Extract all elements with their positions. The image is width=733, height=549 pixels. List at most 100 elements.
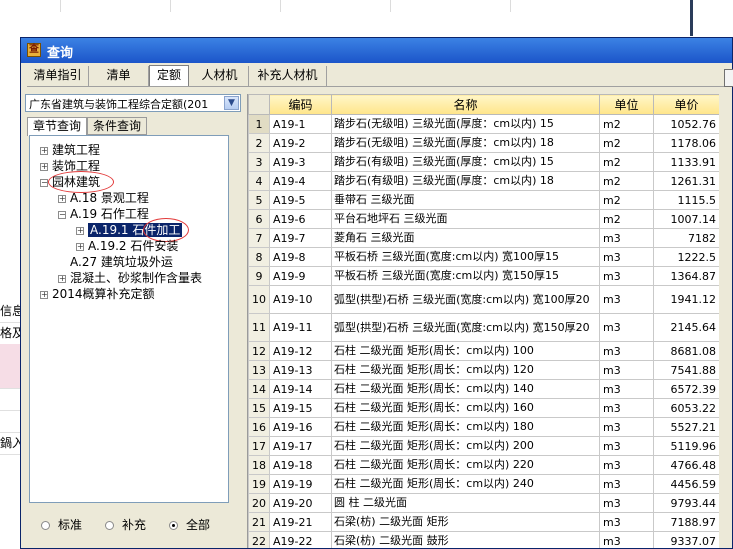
cell-unit: m3 [599, 436, 654, 456]
dialog-title: 查询 [47, 46, 74, 61]
cell-code: A19-15 [269, 398, 332, 418]
cell-name: 踏步石(有级咀) 三级光面(厚度：cm以内) 15 [331, 152, 600, 172]
table-row[interactable]: 11 A19-11 弧型(拱型)石桥 三级光面(宽度:cm以内) 宽150厚20 m3… [248, 313, 719, 342]
background-cell [280, 0, 391, 12]
cell-unit: m3 [599, 360, 654, 380]
tab-labor-materials[interactable]: 人材机 [191, 66, 249, 86]
column-header-price[interactable]: 单价 [653, 94, 719, 115]
cell-unit: m3 [599, 266, 654, 286]
table-row[interactable]: 12 A19-12 石柱 二级光面 矩形(周长：cm以内) 100 m3 8681.08 [248, 341, 719, 361]
cell-code: A19-5 [269, 190, 332, 210]
tree-node[interactable]: − A.19 石作工程 [58, 206, 149, 222]
filter-standard-radio[interactable]: 标准 [41, 516, 82, 533]
row-number: 15 [248, 398, 270, 418]
tab-bill-guide[interactable]: 清单指引 [27, 66, 89, 86]
cell-price: 5527.21 [653, 417, 719, 437]
tree-node[interactable]: + A.19.2 石件安装 [76, 238, 178, 254]
table-row[interactable]: 5 A19-5 垂带石 三级光面 m2 1115.5 [248, 190, 719, 210]
cell-unit: m2 [599, 133, 654, 153]
tab-divider [27, 86, 727, 87]
window-side-button[interactable] [724, 69, 733, 87]
cell-price: 7541.88 [653, 360, 719, 380]
tree-node[interactable]: + 混凝土、砂浆制作含量表 [58, 270, 202, 286]
table-row[interactable]: 19 A19-19 石柱 二级光面 矩形(周长：cm以内) 240 m3 4456.59 [248, 474, 719, 494]
tab-condition-search[interactable]: 条件查询 [87, 117, 147, 135]
column-header-name[interactable]: 名称 [331, 94, 600, 115]
cell-name: 垂带石 三级光面 [331, 190, 600, 210]
table-row[interactable]: 8 A19-8 平板石桥 三级光面(宽度:cm以内) 宽100厚15 m3 1222.5 [248, 247, 719, 267]
cell-name: 石柱 二级光面 矩形(周长：cm以内) 200 [331, 436, 600, 456]
cell-price: 2145.64 [653, 313, 719, 342]
expand-icon[interactable]: + [40, 291, 48, 299]
table-row[interactable]: 6 A19-6 平台石地坪石 三级光面 m2 1007.14 [248, 209, 719, 229]
row-number: 20 [248, 493, 270, 513]
filter-label: 补充 [122, 518, 147, 532]
expand-icon[interactable]: + [40, 163, 48, 171]
cell-unit: m3 [599, 398, 654, 418]
table-row[interactable]: 13 A19-13 石柱 二级光面 矩形(周长：cm以内) 120 m3 7541.88 [248, 360, 719, 380]
chapter-tree[interactable]: + 建筑工程 + 装饰工程 − 园林建筑 + A.18 景观工程 − A.19 石作工程 … [29, 135, 229, 503]
cell-unit: m2 [599, 209, 654, 229]
table-row[interactable]: 10 A19-10 弧型(拱型)石桥 三级光面(宽度:cm以内) 宽100厚20 m3… [248, 285, 719, 314]
background-row: 鍋入式 [0, 432, 22, 455]
table-row[interactable]: 21 A19-21 石梁(枋) 二级光面 矩形 m3 7188.97 [248, 512, 719, 532]
cell-price: 1261.31 [653, 171, 719, 191]
column-header-code[interactable]: 编码 [269, 94, 332, 115]
table-row[interactable]: 4 A19-4 踏步石(有级咀) 三级光面(厚度：cm以内) 18 m2 1261.31 [248, 171, 719, 191]
tree-node[interactable]: + A.18 景观工程 [58, 190, 149, 206]
background-divider [690, 0, 693, 36]
table-row[interactable]: 16 A19-16 石柱 二级光面 矩形(周长：cm以内) 180 m3 5527.21 [248, 417, 719, 437]
expand-icon[interactable]: + [76, 243, 84, 251]
table-row[interactable]: 7 A19-7 菱角石 三级光面 m3 7182 [248, 228, 719, 248]
column-header-unit[interactable]: 单位 [599, 94, 654, 115]
table-row[interactable]: 20 A19-20 圆 柱 二级光面 m3 9793.44 [248, 493, 719, 513]
background-row [0, 388, 22, 411]
expand-icon[interactable]: + [40, 147, 48, 155]
tab-chapter-search[interactable]: 章节查询 [27, 117, 87, 136]
cell-code: A19-12 [269, 341, 332, 361]
chevron-down-icon[interactable]: ▼ [224, 96, 239, 110]
cell-unit: m3 [599, 493, 654, 513]
table-row[interactable]: 14 A19-14 石柱 二级光面 矩形(周长：cm以内) 140 m3 6572.39 [248, 379, 719, 399]
table-row[interactable]: 1 A19-1 踏步石(无级咀) 三级光面(厚度：cm以内) 15 m2 1052.76 [248, 114, 719, 134]
radio-selected-icon [169, 521, 178, 530]
expand-icon[interactable]: + [76, 227, 84, 235]
cell-code: A19-20 [269, 493, 332, 513]
collapse-icon[interactable]: − [58, 211, 66, 219]
expand-icon[interactable]: + [58, 275, 66, 283]
tree-node[interactable]: + 建筑工程 [40, 142, 100, 158]
table-row[interactable]: 9 A19-9 平板石桥 三级光面(宽度:cm以内) 宽150厚15 m3 1364.8… [248, 266, 719, 286]
filter-supplement-radio[interactable]: 补充 [105, 516, 146, 533]
tab-bill[interactable]: 清单 [89, 66, 149, 86]
table-row[interactable]: 22 A19-22 石梁(枋) 二级光面 鼓形 m3 9337.07 [248, 531, 719, 548]
table-row[interactable]: 3 A19-3 踏步石(有级咀) 三级光面(厚度：cm以内) 15 m2 1133.91 [248, 152, 719, 172]
tab-quota[interactable]: 定额 [149, 65, 189, 87]
query-dialog: 查 查询 清单指引 清单 定额 人材机 补充人材机 广东省建筑与装饰工程综合定额… [20, 37, 733, 549]
collapse-icon[interactable]: − [40, 179, 48, 187]
row-number: 5 [248, 190, 270, 210]
cell-code: A19-21 [269, 512, 332, 532]
row-number: 3 [248, 152, 270, 172]
table-row[interactable]: 18 A19-18 石柱 二级光面 矩形(周长：cm以内) 220 m3 4766.48 [248, 455, 719, 475]
table-row[interactable]: 2 A19-2 踏步石(无级咀) 三级光面(厚度：cm以内) 18 m2 1178.06 [248, 133, 719, 153]
filter-all-radio[interactable]: 全部 [169, 516, 210, 533]
tree-node[interactable]: +2014概算补充定额 [40, 286, 155, 302]
row-number: 11 [248, 313, 270, 342]
cell-price: 1052.76 [653, 114, 719, 134]
dialog-titlebar[interactable]: 查 查询 [21, 38, 732, 63]
cell-price: 5119.96 [653, 436, 719, 456]
background-cell [60, 0, 171, 12]
tree-node[interactable]: A.27 建筑垃圾外运 [70, 254, 173, 270]
quota-selector[interactable]: 广东省建筑与装饰工程综合定额(201 ▼ [25, 94, 241, 112]
table-row[interactable]: 17 A19-17 石柱 二级光面 矩形(周长：cm以内) 200 m3 5119.96 [248, 436, 719, 456]
cell-price: 1007.14 [653, 209, 719, 229]
cell-code: A19-19 [269, 474, 332, 494]
quota-grid[interactable]: 编码 名称 单位 单价 1 A19-1 踏步石(无级咀) 三级光面(厚度：cm以内)… [247, 94, 719, 548]
tree-node-label: 混凝土、砂浆制作含量表 [70, 271, 203, 285]
cell-name: 踏步石(无级咀) 三级光面(厚度：cm以内) 18 [331, 133, 600, 153]
expand-icon[interactable]: + [58, 195, 66, 203]
quota-table-body: 1 A19-1 踏步石(无级咀) 三级光面(厚度：cm以内) 15 m2 1052.76… [248, 114, 719, 548]
table-row[interactable]: 15 A19-15 石柱 二级光面 矩形(周长：cm以内) 160 m3 6053.22 [248, 398, 719, 418]
tab-supplement-labor-materials[interactable]: 补充人材机 [249, 66, 327, 86]
background-row: 格及 [0, 322, 22, 345]
